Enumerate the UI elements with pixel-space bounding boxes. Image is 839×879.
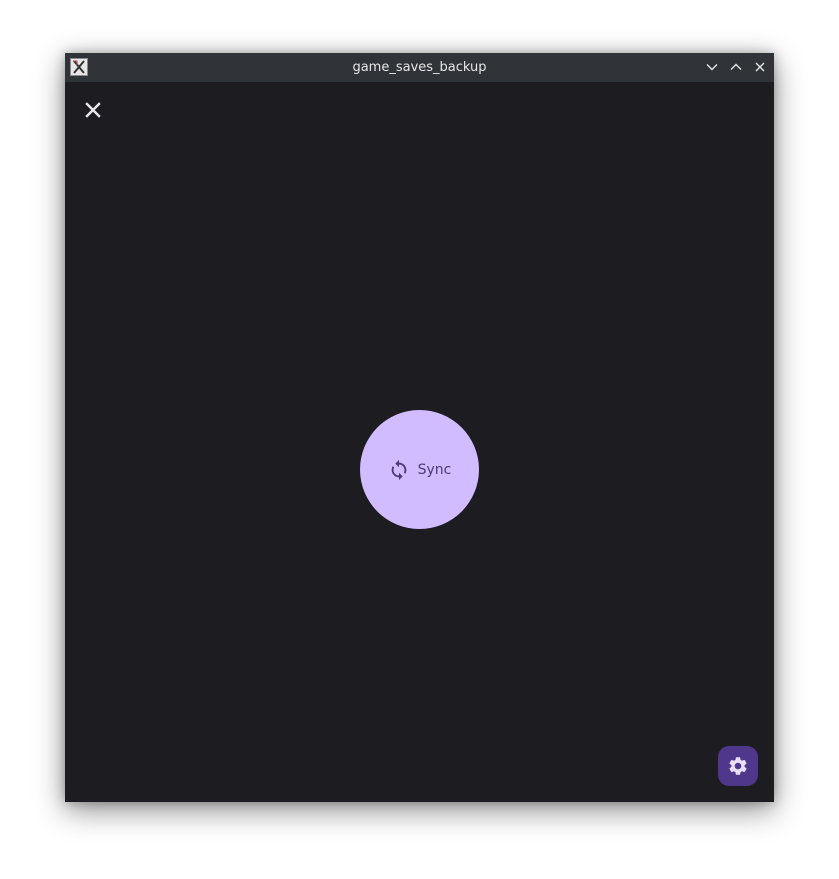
main-content: Sync [65,82,774,802]
close-icon [85,102,101,118]
settings-button[interactable] [718,746,758,786]
close-button[interactable] [81,98,105,122]
gear-icon [729,757,747,775]
maximize-icon [730,63,742,70]
window-close-button[interactable] [752,59,768,75]
sync-button[interactable]: Sync [360,410,479,529]
app-window: game_saves_backup Sync [65,53,774,802]
close-icon [755,62,765,72]
maximize-button[interactable] [728,59,744,75]
title-bar[interactable]: game_saves_backup [65,53,774,83]
sync-icon [391,459,406,480]
minimize-button[interactable] [704,59,720,75]
minimize-icon [706,64,718,71]
sync-label: Sync [417,461,452,478]
window-title: game_saves_backup [352,60,487,75]
